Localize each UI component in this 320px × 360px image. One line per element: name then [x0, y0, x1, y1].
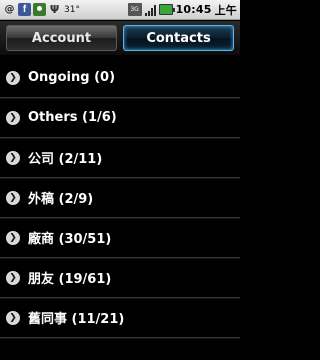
chevron-right-icon: ❯: [6, 270, 20, 285]
group-label: Others (1/6): [28, 110, 117, 125]
status-bar-notifications: @ f Ψ 31°: [3, 3, 80, 16]
clock-time: 10:45: [175, 3, 212, 16]
tab-account-label: Account: [31, 30, 92, 46]
tab-account[interactable]: Account: [6, 25, 117, 51]
group-row-vendors[interactable]: ❯ 廠商 (30/51): [0, 218, 240, 259]
group-row-freelance[interactable]: ❯ 外稿 (2/9): [0, 178, 240, 219]
battery-icon: [158, 4, 175, 15]
signal-icon: [144, 4, 156, 16]
chevron-right-icon: ❯: [6, 110, 20, 125]
chevron-right-icon: ❯: [6, 310, 20, 325]
network-3g-icon: 3G: [127, 3, 142, 16]
group-label: Ongoing (0): [28, 70, 116, 85]
group-row-friends[interactable]: ❯ 朋友 (19/61): [0, 258, 240, 299]
clock-ampm: 上午: [214, 3, 237, 17]
chevron-right-icon: ❯: [6, 70, 20, 85]
tab-bar: Account Contacts: [0, 21, 240, 55]
group-list: ❯ Ongoing (0) ❯ Others (1/6) ❯ 公司 (2/11)…: [0, 58, 240, 339]
at-icon: @: [4, 4, 15, 15]
group-label: 朋友 (19/61): [28, 272, 112, 287]
group-label: 公司 (2/11): [28, 152, 103, 167]
group-label: 舊同事 (11/21): [28, 312, 125, 327]
status-bar-system: 3G 10:45 上午: [127, 2, 237, 18]
group-row-company[interactable]: ❯ 公司 (2/11): [0, 138, 240, 179]
group-row-former-colleagues[interactable]: ❯ 舊同事 (11/21): [0, 298, 240, 339]
tab-contacts[interactable]: Contacts: [123, 25, 234, 51]
temperature-text: 31°: [64, 4, 80, 15]
tab-contacts-label: Contacts: [146, 30, 211, 46]
chevron-right-icon: ❯: [6, 190, 20, 205]
group-label: 廠商 (30/51): [28, 232, 112, 247]
group-row-others[interactable]: ❯ Others (1/6): [0, 98, 240, 139]
chevron-right-icon: ❯: [6, 150, 20, 165]
facebook-icon: f: [18, 3, 31, 16]
usb-icon: Ψ: [49, 3, 60, 16]
chevron-right-icon: ❯: [6, 230, 20, 245]
group-row-ongoing[interactable]: ❯ Ongoing (0): [0, 58, 240, 99]
person-icon: [33, 3, 46, 16]
group-label: 外稿 (2/9): [28, 192, 94, 207]
status-bar: @ f Ψ 31° 3G 10:45 上午: [0, 0, 240, 20]
